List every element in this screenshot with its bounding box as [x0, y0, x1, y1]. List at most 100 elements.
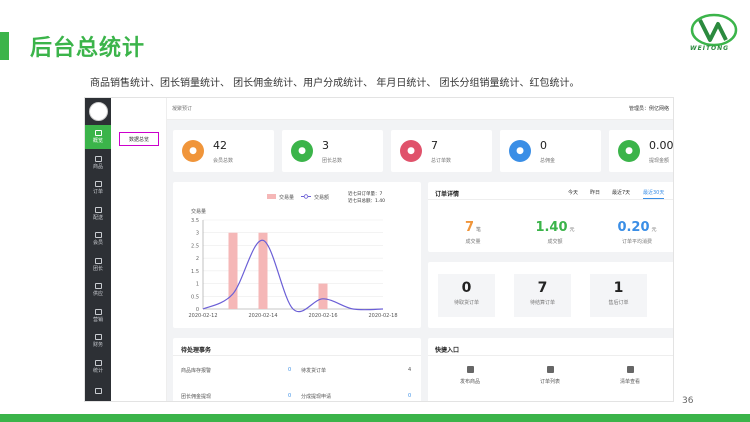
- home-icon: [94, 130, 102, 136]
- order-icon: ●: [400, 140, 422, 162]
- logo-text: WEITONG: [690, 45, 730, 52]
- metric-value: 7: [464, 220, 475, 235]
- submenu-item-overview[interactable]: 数据总览: [119, 132, 159, 146]
- footer-bar: [0, 414, 750, 422]
- period-tab-0[interactable]: 今天: [568, 189, 578, 196]
- sidebar-item-label: 团长: [92, 265, 103, 272]
- stat-card[interactable]: ● 0 总佣金: [500, 130, 601, 172]
- pending-label: 待结算订单: [529, 300, 555, 306]
- quick-entry-item[interactable]: 清单查看: [600, 366, 660, 385]
- metric-label: 成交额: [547, 239, 563, 245]
- pending-box[interactable]: 7 待结算订单: [514, 274, 571, 317]
- pending-orders-card: 0 待取货订单 7 待结算订单 1 售后订单: [428, 262, 673, 328]
- sidebar-item-label: 订单: [92, 189, 103, 195]
- period-tab-3[interactable]: 最近30天: [643, 189, 665, 199]
- period-tab-2[interactable]: 最近7天: [612, 189, 630, 196]
- todo-divider: [173, 355, 421, 356]
- metric-label: 成交量: [465, 239, 481, 245]
- pending-box[interactable]: 0 待取货订单: [438, 274, 495, 317]
- list-icon: [546, 366, 554, 373]
- metric-value: 1.40: [535, 220, 568, 235]
- sidebar-item-label: 财务: [92, 342, 103, 348]
- order-icon: [94, 181, 102, 187]
- legend-bar-swatch: [267, 194, 276, 199]
- todo-value: 4: [408, 367, 412, 373]
- sidebar-item-7[interactable]: 营销: [85, 304, 111, 328]
- page-number: 36: [682, 396, 694, 406]
- pending-box[interactable]: 1 售后订单: [590, 274, 647, 317]
- legend-bar-label: 交易量: [279, 194, 294, 201]
- stat-card[interactable]: ● 7 总订单数: [391, 130, 492, 172]
- trade-chart: 00.511.522.533.5交易量2020-02-12 2020-02-14 2…: [188, 190, 397, 319]
- y-tick-label: 2.5: [191, 243, 199, 249]
- bar: [318, 283, 328, 309]
- supply-icon: [94, 283, 102, 289]
- order-divider: [428, 199, 673, 200]
- stat-label: 总佣金: [540, 158, 556, 164]
- todo-label[interactable]: 分成提现申请: [301, 393, 331, 400]
- admin-label[interactable]: 管理员：例亿网络: [629, 105, 669, 112]
- quick-entry-item[interactable]: 订单列表: [520, 366, 580, 385]
- y-tick-label: 2: [196, 256, 199, 262]
- todo-label[interactable]: 待发货订单: [301, 367, 326, 374]
- x-tick-label: 2020-02-18: [368, 313, 397, 319]
- order-metric: 7笔: [438, 216, 508, 235]
- trade-chart-card: 0 0.5 1 1.5 2 2.5 3 3.5 交易量 2020-02-12 2020-02-14 2…: [173, 182, 421, 328]
- stat-card[interactable]: ● 0.00 提现金额: [609, 130, 674, 172]
- stat-value: 42: [213, 139, 227, 152]
- sidebar-item-6[interactable]: 供应: [85, 278, 111, 302]
- slide: 后台总统计 WEITONG 商品销售统计、团长销量统计、 团长佣金统计、用户分成…: [0, 0, 750, 422]
- order-detail-title: 订单详情: [435, 191, 460, 198]
- x-tick-label: 2020-02-16: [308, 313, 337, 319]
- sidebar-item-9[interactable]: 统计: [85, 355, 111, 379]
- sidebar-item-label: 会员: [92, 240, 103, 246]
- legend-line-marker: [303, 194, 309, 199]
- stat-value: 0.00: [649, 139, 674, 152]
- todo-value: 0: [288, 393, 292, 399]
- avatar[interactable]: [89, 102, 108, 121]
- todo-label[interactable]: 团长佣金提现: [181, 393, 211, 400]
- submenu: 数据总览: [111, 98, 167, 401]
- quick-entry-label: 清单查看: [619, 379, 640, 385]
- sidebar-item-5[interactable]: 团长: [85, 253, 111, 277]
- delivery-icon: [94, 206, 102, 213]
- y-tick-label: 0.5: [191, 294, 199, 300]
- sidebar-item-8[interactable]: 财务: [85, 329, 111, 353]
- quick-divider: [428, 355, 673, 356]
- todo-card: 待处理事务 商品库存报警 0 待发货订单 4 团长佣金提现 0 分成提现申请 0: [173, 338, 421, 401]
- metric-unit: 元: [569, 227, 575, 233]
- todo-label[interactable]: 商品库存报警: [181, 367, 211, 374]
- todo-value: 0: [288, 367, 292, 373]
- sidebar: 概览 商品订单配送会员团长供应营销财务统计: [85, 98, 111, 401]
- quick-entry-card: 快捷入口 发布商品 订单列表 清单查看: [428, 338, 673, 401]
- sidebar-item-4[interactable]: 会员: [85, 227, 111, 251]
- order-detail-card: 订单详情 今天 昨日 最近7天 最近30天 7 笔成交量 1.40 元成交额 0.20 元订单平…: [428, 182, 673, 252]
- legend-line-label: 交易额: [314, 194, 329, 201]
- sidebar-item-0[interactable]: 概览: [85, 125, 111, 149]
- admin-dashboard-screenshot: 概览 商品 订单 配送 会员 团长 供应 营销 财务 统计 数据总览 凝聚预订 管理员：例亿网络 …: [84, 97, 674, 402]
- todo-value: 0: [408, 393, 412, 399]
- sidebar-item-3[interactable]: 配送: [85, 202, 111, 226]
- topbar: 凝聚预订 管理员：例亿网络: [167, 98, 673, 120]
- stat-card[interactable]: ● 3 团长总数: [282, 130, 383, 172]
- sidebar-item-label: 供应: [92, 291, 103, 297]
- leader-icon: ●: [291, 140, 313, 162]
- chart-info-orders: 近七日订单量：7: [348, 190, 382, 197]
- metric-value: 0.20: [617, 220, 650, 235]
- stat-label: 会员总数: [213, 158, 234, 164]
- goods-icon: [94, 155, 102, 162]
- sidebar-item-10[interactable]: [85, 380, 111, 401]
- stat-card[interactable]: ● 42 会员总数: [173, 130, 274, 172]
- pending-value: 7: [537, 280, 548, 296]
- stat-value: 3: [322, 139, 329, 152]
- quick-entry-item[interactable]: 发布商品: [440, 366, 500, 385]
- slide-subtitle: 商品销售统计、团长销量统计、 团长佣金统计、用户分成统计、 年月日统计、 团长分…: [90, 78, 580, 89]
- pending-value: 0: [461, 280, 472, 296]
- bag-icon: [466, 366, 474, 373]
- metric-unit: 元: [651, 227, 657, 233]
- sidebar-item-1[interactable]: 商品: [85, 151, 111, 175]
- sidebar-item-2[interactable]: 订单: [85, 176, 111, 200]
- chart-info-amount: 近七日总额：1.40: [348, 197, 385, 204]
- period-tab-1[interactable]: 昨日: [590, 189, 600, 196]
- order-metric: 0.20 元: [602, 216, 672, 235]
